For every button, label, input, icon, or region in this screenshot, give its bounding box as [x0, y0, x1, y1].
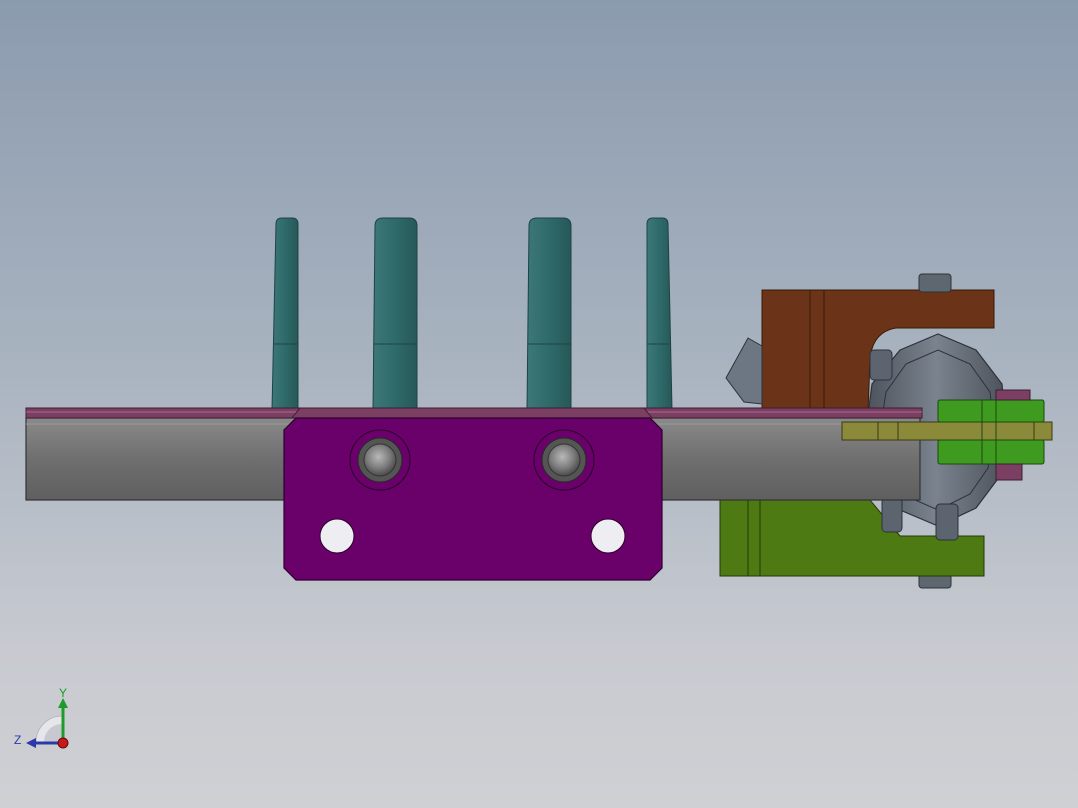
finger-1 [271, 217, 299, 411]
x-axis-dot [57, 737, 69, 749]
finger-2 [372, 217, 418, 411]
finger-3 [526, 217, 572, 411]
y-axis-label: Y [59, 686, 67, 700]
finger-comb [271, 217, 673, 411]
z-axis-label: Z [14, 733, 21, 747]
finger-4 [646, 217, 673, 411]
mount-hole-left [319, 518, 355, 554]
z-axis-arrow [26, 738, 36, 748]
carriage-plate [283, 407, 663, 581]
pivot-pin [841, 421, 1053, 441]
mount-hole-right [590, 518, 626, 554]
cad-graphics-viewport[interactable] [0, 0, 1078, 808]
assembly-model[interactable] [0, 0, 1078, 808]
orientation-triad[interactable]: Y Z [12, 686, 76, 756]
